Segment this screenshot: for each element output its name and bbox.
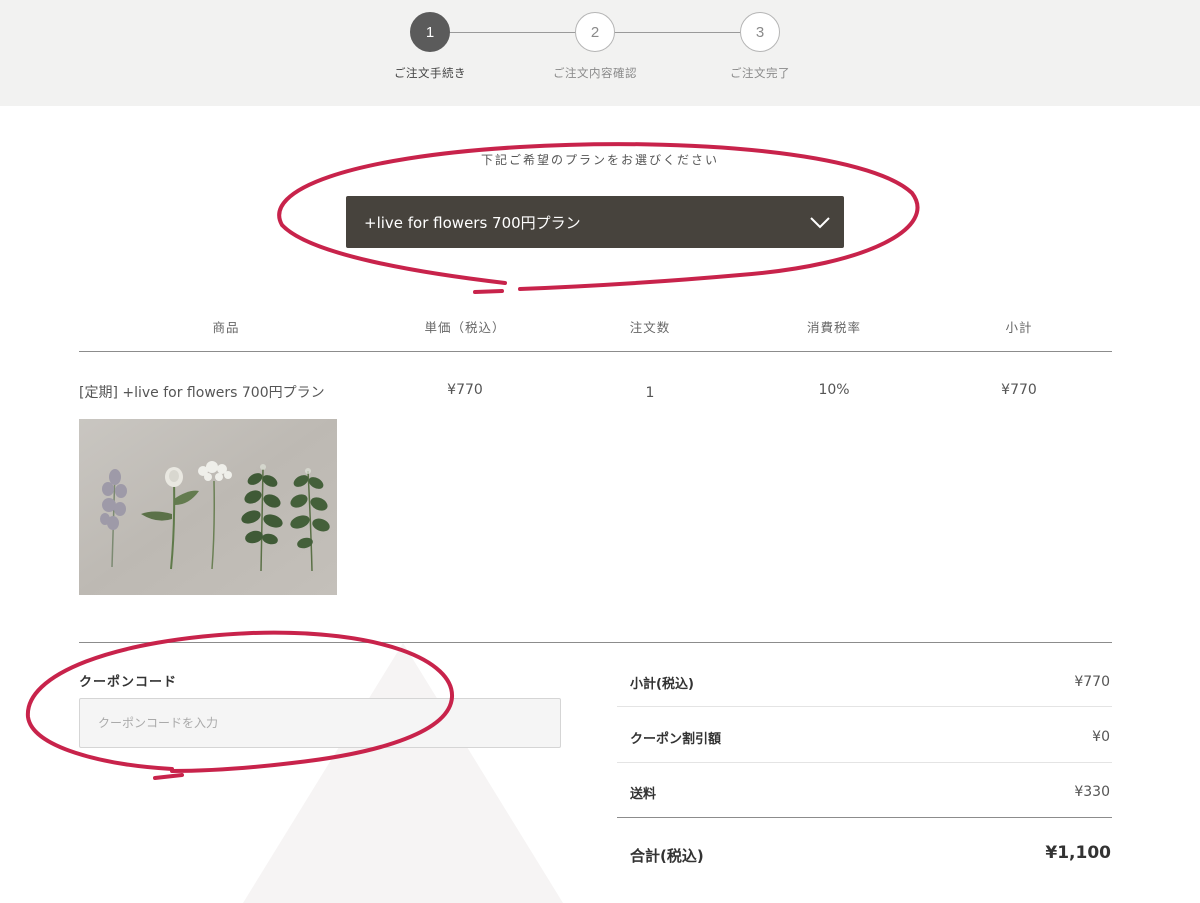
column-header-subtotal: 小計 <box>1005 320 1033 335</box>
summary-subtotal-value: ¥770 <box>1074 674 1110 690</box>
step-1-indicator: 1 <box>410 12 450 52</box>
summary-shipping-value: ¥330 <box>1074 784 1110 800</box>
summary-total-divider <box>617 817 1112 818</box>
summary-discount-value: ¥0 <box>1092 729 1110 745</box>
plan-prompt: 下記ご希望のプランをお選びください <box>480 153 719 167</box>
checkout-stepper: 1 2 3 ご注文手続き ご注文内容確認 ご注文完了 <box>0 0 1200 106</box>
coupon-label: クーポンコード <box>79 675 178 690</box>
step-2-label: ご注文内容確認 <box>553 66 637 80</box>
step-connector <box>449 32 576 33</box>
column-header-product: 商品 <box>212 320 240 335</box>
tax-rate: 10% <box>818 382 850 398</box>
step-3-indicator: 3 <box>740 12 780 52</box>
step-connector <box>614 32 741 33</box>
column-header-tax-rate: 消費税率 <box>806 320 861 335</box>
unit-price: ¥770 <box>447 382 483 398</box>
product-name: [定期] +live for flowers 700円プラン <box>79 385 325 401</box>
column-header-unit-price: 単価（税込） <box>424 320 506 335</box>
plan-select[interactable]: +live for flowers 700円プラン <box>346 196 844 248</box>
decorative-triangle <box>243 643 563 903</box>
summary-divider <box>617 706 1112 707</box>
summary-discount-label: クーポン割引額 <box>630 732 722 747</box>
summary-shipping-label: 送料 <box>630 787 657 802</box>
summary-total-label: 合計(税込) <box>630 847 704 865</box>
quantity: 1 <box>645 385 655 401</box>
column-header-quantity: 注文数 <box>629 320 671 335</box>
summary-divider <box>617 762 1112 763</box>
chevron-down-icon <box>810 217 830 229</box>
plan-select-value: +live for flowers 700円プラン <box>364 213 581 232</box>
step-2-indicator: 2 <box>575 12 615 52</box>
coupon-code-input[interactable] <box>79 698 561 748</box>
step-1-label: ご注文手続き <box>394 66 466 80</box>
section-divider <box>79 642 1112 643</box>
product-image <box>79 419 337 595</box>
step-3-label: ご注文完了 <box>730 66 790 80</box>
row-subtotal: ¥770 <box>1001 382 1037 398</box>
summary-total-value: ¥1,100 <box>1045 843 1111 863</box>
summary-subtotal-label: 小計(税込) <box>630 677 694 692</box>
table-header-divider <box>79 351 1112 352</box>
